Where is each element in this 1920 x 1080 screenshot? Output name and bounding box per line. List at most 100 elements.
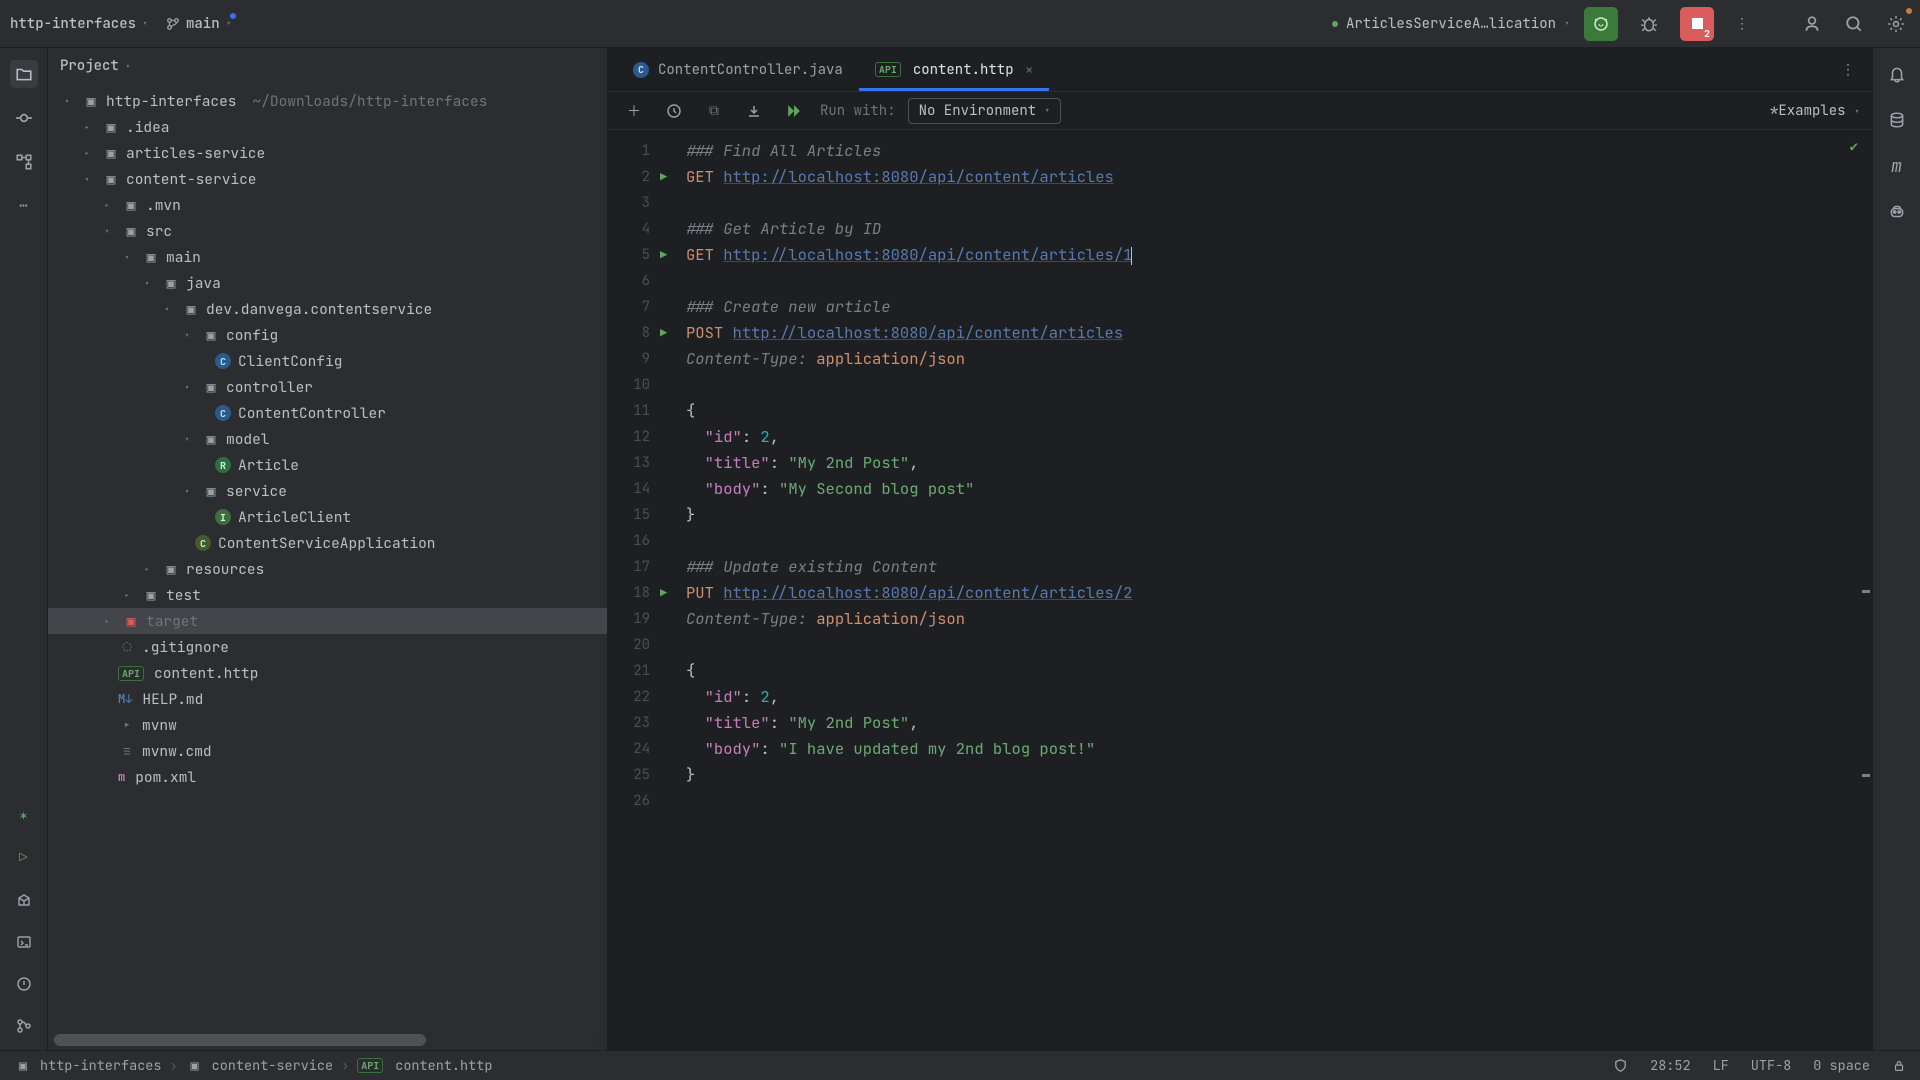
notifications-icon[interactable] [1883, 60, 1911, 88]
tree-label: ClientConfig [238, 352, 342, 371]
run-line-icon[interactable]: ▶ [660, 169, 667, 185]
tree-item-controller[interactable]: ▾▣controller [48, 374, 607, 400]
tree-label: src [146, 222, 172, 241]
tree-item-target[interactable]: ▸▣target [48, 608, 607, 634]
tree-item-gitignore[interactable]: ◌.gitignore [48, 634, 607, 660]
tab-label: content.http [913, 61, 1014, 79]
run-with-label: Run with: [820, 102, 896, 120]
settings-icon[interactable] [1882, 10, 1910, 38]
examples-link[interactable]: *Examples ▾ [1770, 102, 1860, 120]
tree-item-app[interactable]: CContentServiceApplication [48, 530, 607, 556]
more-menu[interactable]: ⋮ [1728, 10, 1756, 38]
tree-item-contentcontroller[interactable]: CContentController [48, 400, 607, 426]
tree-hscrollbar[interactable] [54, 1034, 601, 1046]
run-all-icon[interactable] [780, 97, 808, 125]
services-tool-icon[interactable]: ▷ [10, 844, 38, 872]
tree-item-test[interactable]: ▸▣test [48, 582, 607, 608]
maven-tool-icon[interactable]: m [1883, 152, 1911, 180]
history-icon[interactable] [660, 97, 688, 125]
caret [1131, 247, 1132, 265]
run-button[interactable] [1584, 7, 1618, 41]
shield-icon[interactable] [1613, 1058, 1628, 1073]
stop-count: 2 [1704, 27, 1710, 40]
project-selector[interactable]: http-interfaces ▾ [10, 15, 148, 33]
tree-root[interactable]: ▾▣http-interfaces~/Downloads/http-interf… [48, 88, 607, 114]
branch-selector[interactable]: main ▾ [166, 15, 232, 33]
tree-item-article[interactable]: RArticle [48, 452, 607, 478]
tree-item-articles-service[interactable]: ▸▣articles-service [48, 140, 607, 166]
project-tool-icon[interactable] [10, 60, 38, 88]
spring-tool-icon[interactable]: ✶ [10, 802, 38, 830]
terminal-tool-icon[interactable] [10, 928, 38, 956]
add-request-icon[interactable]: ＋ [620, 97, 648, 125]
run-config-selector[interactable]: ArticlesServiceA…lication ▾ [1332, 15, 1570, 33]
line-separator[interactable]: LF [1713, 1057, 1729, 1075]
search-everywhere-icon[interactable] [1840, 10, 1868, 38]
vcs-tool-icon[interactable] [10, 1012, 38, 1040]
tree-item-content-http[interactable]: APIcontent.http [48, 660, 607, 686]
tab-more-icon[interactable]: ⋮ [1834, 56, 1862, 84]
tree-item-service[interactable]: ▾▣service [48, 478, 607, 504]
indent-info[interactable]: 0 space [1813, 1057, 1870, 1075]
branch-name: main [186, 15, 220, 33]
problems-tool-icon[interactable] [10, 970, 38, 998]
tab-contentcontroller[interactable]: C ContentController.java [616, 48, 859, 91]
tree-label: .idea [126, 118, 170, 137]
tree-item-pkg[interactable]: ▾▣dev.danvega.contentservice [48, 296, 607, 322]
environment-select[interactable]: No Environment ▾ [908, 98, 1062, 124]
tree-label: .gitignore [142, 638, 229, 657]
copy-icon[interactable]: ⧉ [700, 97, 728, 125]
tree-label: resources [186, 560, 264, 579]
md-icon: M↓ [118, 691, 132, 707]
stop-button[interactable]: 2 [1680, 7, 1714, 41]
chevron-down-icon: ▾ [125, 60, 131, 73]
editor-tabs: C ContentController.java API content.htt… [608, 48, 1872, 92]
tree-item-clientconfig[interactable]: CClientConfig [48, 348, 607, 374]
commit-tool-icon[interactable] [10, 104, 38, 132]
code-with-me-icon[interactable] [1798, 10, 1826, 38]
readonly-lock-icon[interactable] [1892, 1059, 1906, 1073]
tree-label: HELP.md [142, 690, 203, 709]
tree-item-mvn[interactable]: ▸▣.mvn [48, 192, 607, 218]
file-encoding[interactable]: UTF-8 [1751, 1057, 1792, 1075]
close-icon[interactable]: ✕ [1026, 62, 1033, 78]
breadcrumb[interactable]: ▣ http-interfaces › ▣ content-service › … [14, 1057, 492, 1075]
run-line-icon[interactable]: ▶ [660, 247, 667, 263]
tree-label: test [166, 586, 201, 605]
run-config-name: ArticlesServiceA…lication [1346, 15, 1556, 33]
tree-item-mvnw[interactable]: ▸mvnw [48, 712, 607, 738]
tree-label: config [226, 326, 278, 345]
tree-item-idea[interactable]: ▸▣.idea [48, 114, 607, 140]
import-icon[interactable] [740, 97, 768, 125]
structure-tool-icon[interactable] [10, 148, 38, 176]
tree-item-config[interactable]: ▾▣config [48, 322, 607, 348]
tree-item-articleclient[interactable]: IArticleClient [48, 504, 607, 530]
api-icon: API [357, 1058, 383, 1073]
tree-item-resources[interactable]: ▸▣resources [48, 556, 607, 582]
tab-content-http[interactable]: API content.http ✕ [859, 48, 1049, 91]
tree-item-java[interactable]: ▾▣java [48, 270, 607, 296]
code-content[interactable]: ### Find All Articles GET http://localho… [680, 130, 1858, 1050]
tree-label: service [226, 482, 287, 501]
debug-button[interactable] [1632, 7, 1666, 41]
tree-item-pom[interactable]: mpom.xml [48, 764, 607, 790]
editor-minimap[interactable] [1858, 130, 1872, 1050]
more-tools-icon[interactable]: ⋯ [10, 192, 38, 220]
run-line-icon[interactable]: ▶ [660, 325, 667, 341]
tree-item-mvnwcmd[interactable]: ≡mvnw.cmd [48, 738, 607, 764]
inspection-ok-icon[interactable]: ✔ [1850, 138, 1858, 156]
tree-item-main[interactable]: ▾▣main [48, 244, 607, 270]
tree-item-model[interactable]: ▾▣model [48, 426, 607, 452]
tree-item-help[interactable]: M↓ HELP.md [48, 686, 607, 712]
editor-body[interactable]: ✔ 12345678910111213141516171819202122232… [608, 130, 1872, 1050]
copilot-tool-icon[interactable] [1883, 198, 1911, 226]
crumb-label: content-service [212, 1057, 334, 1075]
tree-item-content-service[interactable]: ▾▣content-service [48, 166, 607, 192]
run-line-icon[interactable]: ▶ [660, 585, 667, 601]
database-tool-icon[interactable] [1883, 106, 1911, 134]
tree-item-src[interactable]: ▾▣src [48, 218, 607, 244]
build-tool-icon[interactable] [10, 886, 38, 914]
caret-position[interactable]: 28:52 [1650, 1057, 1691, 1075]
project-panel-header[interactable]: Project ▾ [48, 48, 607, 84]
tree-label: main [166, 248, 201, 267]
